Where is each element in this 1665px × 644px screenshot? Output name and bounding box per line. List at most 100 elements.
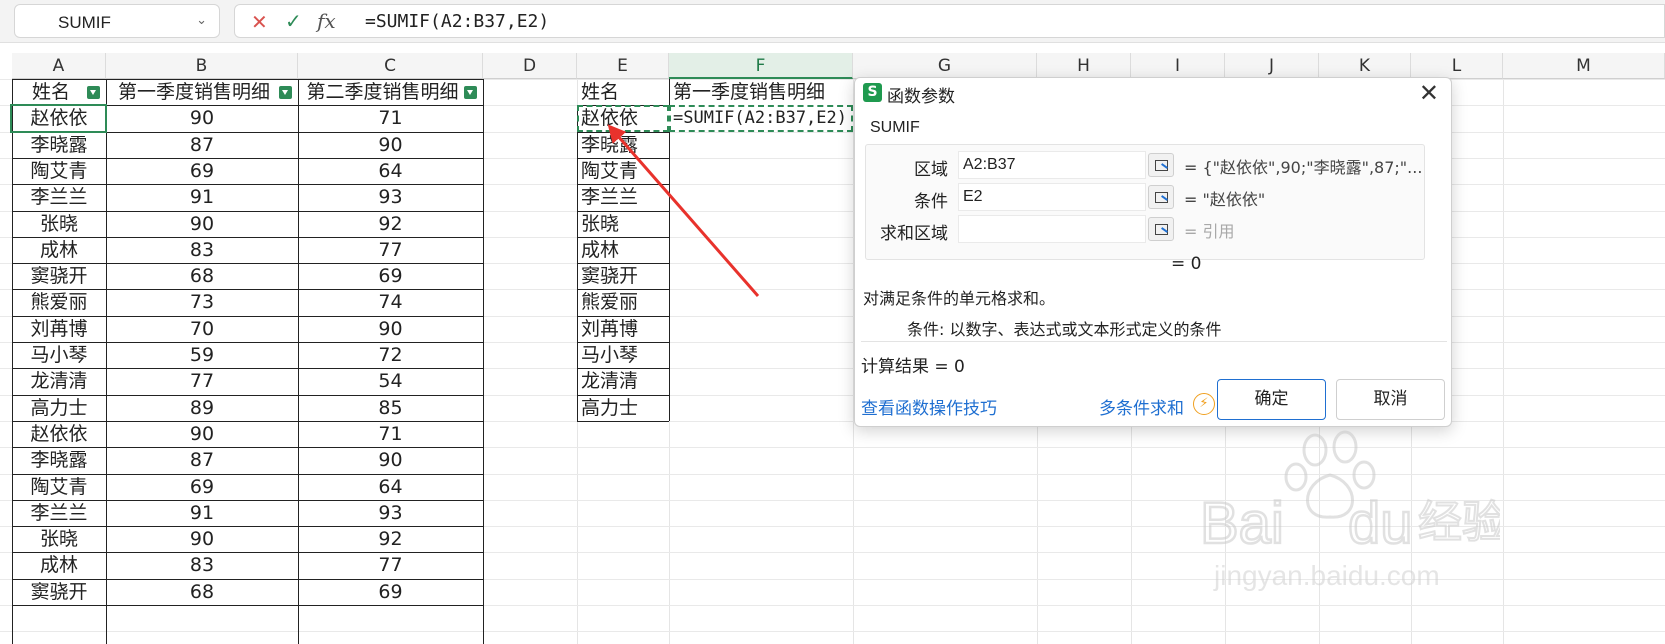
lookup-name-cell[interactable]: 熊爱丽 [577,289,669,315]
value-cell[interactable]: 74 [298,289,483,315]
name-cell[interactable]: 龙清清 [12,368,106,394]
value-cell[interactable]: 64 [298,158,483,184]
value-cell[interactable]: 91 [106,500,298,526]
lookup-name-cell[interactable]: 马小琴 [577,342,669,368]
column-header-a[interactable]: A [12,53,106,79]
value-cell[interactable]: 93 [298,500,483,526]
multi-condition-sum-link[interactable]: 多条件求和 [1099,394,1184,419]
chevron-down-icon[interactable]: ⌄ [196,13,207,28]
column-header-f[interactable]: F [669,53,853,79]
value-cell[interactable]: 77 [298,552,483,578]
value-cell[interactable]: 64 [298,474,483,500]
name-cell[interactable]: 陶艾青 [12,158,106,184]
check-icon[interactable]: ✓ [285,9,302,33]
name-cell[interactable]: 陶艾青 [12,474,106,500]
sum-range-input[interactable] [958,215,1146,243]
column-header-i[interactable]: I [1131,53,1225,79]
editing-cell[interactable]: =SUMIF(A2:B37,E2) [669,105,853,132]
column-header-h[interactable]: H [1037,53,1131,79]
value-cell[interactable]: 73 [106,289,298,315]
filter-dropdown-icon[interactable] [464,86,477,99]
value-cell[interactable]: 77 [106,368,298,394]
table-header-cell[interactable]: 第一季度销售明细 [106,79,298,105]
name-cell[interactable]: 高力士 [12,395,106,421]
lookup-name-cell[interactable]: 高力士 [577,395,669,421]
formula-text[interactable]: =SUMIF(A2:B37,E2) [365,11,549,32]
lookup-name-cell[interactable]: 李晓露 [577,132,669,158]
lookup-name-cell[interactable]: 陶艾青 [577,158,669,184]
value-cell[interactable]: 89 [106,395,298,421]
name-cell[interactable]: 成林 [12,237,106,263]
lookup-header-name[interactable]: 姓名 [577,79,669,105]
close-icon[interactable]: ✕ [1419,79,1439,107]
filter-dropdown-icon[interactable] [279,86,292,99]
value-cell[interactable]: 71 [298,421,483,447]
value-cell[interactable]: 72 [298,342,483,368]
table-header-cell[interactable]: 第二季度销售明细 [298,79,483,105]
name-cell[interactable]: 窦骁开 [12,263,106,289]
name-cell[interactable]: 李晓露 [12,447,106,473]
lookup-name-cell[interactable]: 成林 [577,237,669,263]
value-cell[interactable]: 69 [298,263,483,289]
value-cell[interactable]: 85 [298,395,483,421]
value-cell[interactable]: 90 [106,105,298,131]
name-cell[interactable]: 李兰兰 [12,184,106,210]
column-header-c[interactable]: C [298,53,483,79]
criteria-input[interactable]: E2 [958,183,1146,211]
function-tips-link[interactable]: 查看函数操作技巧 [861,394,997,419]
lookup-name-cell[interactable]: 刘苒博 [577,316,669,342]
column-header-k[interactable]: K [1319,53,1411,79]
name-cell[interactable]: 李晓露 [12,132,106,158]
value-cell[interactable]: 69 [106,474,298,500]
column-header-e[interactable]: E [577,53,669,79]
value-cell[interactable]: 71 [298,105,483,131]
value-cell[interactable]: 83 [106,237,298,263]
name-cell[interactable]: 成林 [12,552,106,578]
lookup-header-detail[interactable]: 第一季度销售明细 [669,79,853,105]
dialog-title-bar[interactable]: S 函数参数 ✕ [855,78,1451,108]
name-cell[interactable]: 张晓 [12,211,106,237]
value-cell[interactable]: 92 [298,526,483,552]
value-cell[interactable]: 70 [106,316,298,342]
name-cell[interactable]: 李兰兰 [12,500,106,526]
cancel-button[interactable]: 取消 [1336,379,1445,420]
value-cell[interactable]: 90 [106,421,298,447]
range-select-icon[interactable] [1148,185,1174,209]
filter-dropdown-icon[interactable] [87,86,100,99]
value-cell[interactable]: 92 [298,211,483,237]
value-cell[interactable]: 90 [298,316,483,342]
value-cell[interactable]: 93 [298,184,483,210]
value-cell[interactable]: 90 [106,526,298,552]
range-input[interactable]: A2:B37 [958,151,1146,179]
column-header-j[interactable]: J [1225,53,1319,79]
column-header-d[interactable]: D [483,53,577,79]
name-cell[interactable]: 赵依依 [12,421,106,447]
value-cell[interactable]: 87 [106,132,298,158]
name-cell[interactable]: 马小琴 [12,342,106,368]
lookup-name-cell[interactable]: 张晓 [577,211,669,237]
lookup-name-cell[interactable]: 李兰兰 [577,184,669,210]
column-header-l[interactable]: L [1411,53,1503,79]
value-cell[interactable]: 90 [298,132,483,158]
lookup-name-cell[interactable]: 窦骁开 [577,263,669,289]
name-cell[interactable]: 窦骁开 [12,579,106,605]
range-select-icon[interactable] [1148,217,1174,241]
value-cell[interactable]: 87 [106,447,298,473]
value-cell[interactable]: 54 [298,368,483,394]
name-cell[interactable]: 张晓 [12,526,106,552]
close-icon[interactable]: ✕ [251,10,268,34]
lookup-name-cell[interactable]: 龙清清 [577,368,669,394]
value-cell[interactable]: 69 [298,579,483,605]
column-header-m[interactable]: M [1503,53,1665,79]
value-cell[interactable]: 91 [106,184,298,210]
value-cell[interactable]: 68 [106,579,298,605]
name-cell[interactable]: 刘苒博 [12,316,106,342]
value-cell[interactable]: 90 [106,211,298,237]
column-header-g[interactable]: G [853,53,1037,79]
column-header-b[interactable]: B [106,53,298,79]
value-cell[interactable]: 77 [298,237,483,263]
ok-button[interactable]: 确定 [1217,379,1326,420]
range-select-icon[interactable] [1148,153,1174,177]
value-cell[interactable]: 90 [298,447,483,473]
value-cell[interactable]: 68 [106,263,298,289]
